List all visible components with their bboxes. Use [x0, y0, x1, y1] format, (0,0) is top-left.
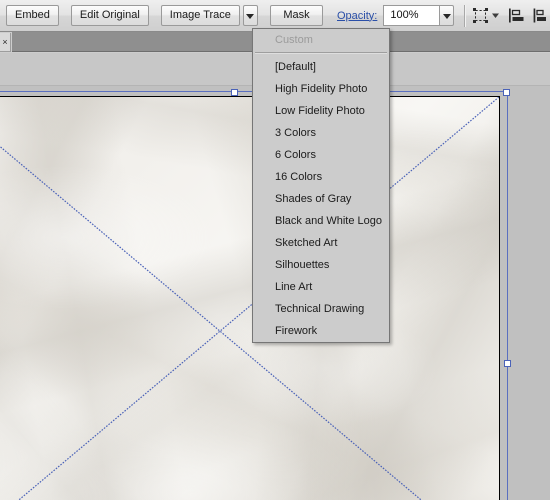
menu-item-6-colors[interactable]: 6 Colors — [253, 144, 389, 166]
edit-original-button[interactable]: Edit Original — [70, 5, 149, 26]
menu-item-silhouettes[interactable]: Silhouettes — [253, 254, 389, 276]
menu-item-black-and-white-logo[interactable]: Black and White Logo — [253, 210, 389, 232]
align-right-button[interactable] — [533, 5, 550, 27]
menu-item-custom: Custom — [275, 34, 313, 46]
menu-item-low-fidelity-photo[interactable]: Low Fidelity Photo — [253, 100, 389, 122]
menu-item-firework[interactable]: Firework — [253, 320, 389, 342]
menu-item-technical-drawing[interactable]: Technical Drawing — [253, 298, 389, 320]
chevron-down-icon — [492, 13, 499, 18]
handle-top-right[interactable] — [503, 89, 510, 96]
menu-item-default[interactable]: [Default] — [253, 56, 389, 78]
image-trace-button[interactable]: Image Trace — [160, 5, 240, 26]
opacity-dropdown-button[interactable] — [439, 5, 455, 26]
menu-item-sketched-art[interactable]: Sketched Art — [253, 232, 389, 254]
transform-selection-button[interactable] — [472, 5, 500, 27]
image-placeholder-diagonals — [0, 97, 499, 500]
align-left-button[interactable] — [508, 5, 525, 27]
transform-selection-icon — [473, 8, 488, 23]
menu-item-3-colors[interactable]: 3 Colors — [253, 122, 389, 144]
mask-button[interactable]: Mask — [270, 5, 323, 26]
application-window: Embed Edit Original Image Trace Mask Opa… — [0, 0, 550, 500]
align-horizontal-left-icon — [509, 8, 524, 23]
embed-button[interactable]: Embed — [6, 5, 59, 26]
menu-item-high-fidelity-photo[interactable]: High Fidelity Photo — [253, 78, 389, 100]
placed-image-crumpled-paper[interactable] — [0, 96, 500, 500]
menu-item-line-art[interactable]: Line Art — [253, 276, 389, 298]
opacity-input[interactable]: 100% — [383, 5, 440, 26]
chevron-down-icon — [246, 13, 255, 19]
chevron-down-icon — [442, 13, 451, 19]
opacity-label[interactable]: Opacity: — [337, 10, 377, 22]
close-icon[interactable]: × — [0, 33, 11, 52]
menu-separator — [255, 52, 387, 54]
image-trace-preset-dropdown-button[interactable] — [242, 5, 259, 26]
handle-top-center[interactable] — [231, 89, 238, 96]
menu-item-shades-of-gray[interactable]: Shades of Gray — [253, 188, 389, 210]
toolbar-divider — [464, 4, 466, 27]
align-horizontal-right-icon — [533, 8, 546, 23]
menu-item-16-colors[interactable]: 16 Colors — [253, 166, 389, 188]
image-trace-preset-menu[interactable]: Custom [Default] High Fidelity Photo Low Fi… — [252, 28, 390, 343]
handle-right-middle[interactable] — [504, 360, 511, 367]
